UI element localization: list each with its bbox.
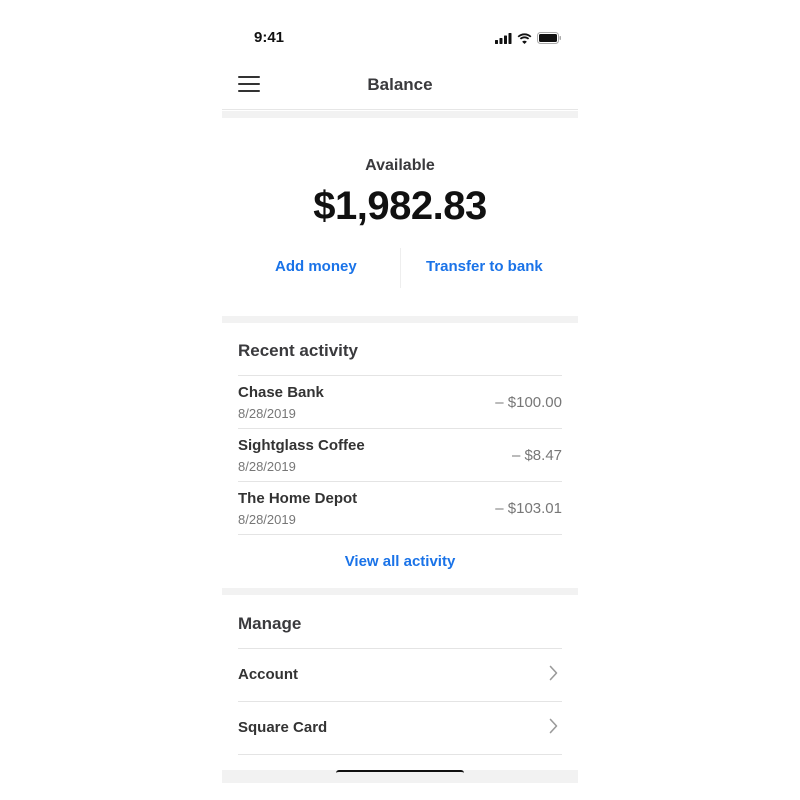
chevron-right-icon [549,665,558,681]
add-money-button[interactable]: Add money [275,258,357,275]
activity-name: Sightglass Coffee [238,437,365,454]
activity-amount: – $8.47 [511,447,562,464]
battery-icon [537,32,561,44]
wifi-icon [517,32,532,44]
phone-screen: 9:41 Balance Available $1,982.83 Add mon… [222,0,578,800]
activity-name: The Home Depot [238,490,358,507]
manage-item-square-card[interactable]: Square Card [238,702,562,754]
activity-date: 8/28/2019 [238,406,296,421]
divider [238,534,562,535]
transfer-to-bank-button[interactable]: Transfer to bank [426,258,543,275]
manage-title: Manage [238,614,302,633]
activity-row[interactable]: The Home Depot 8/28/2019 – $103.01 [238,482,562,534]
signal-icon [495,32,512,44]
manage-item-account[interactable]: Account [238,649,562,701]
activity-amount: – $103.01 [495,500,562,517]
status-icons [495,32,562,44]
home-indicator[interactable] [336,770,464,774]
manage-item-label: Account [238,666,298,683]
activity-amount: – $100.00 [495,394,562,411]
balance-amount: $1,982.83 [313,184,487,228]
status-time: 9:41 [254,29,285,46]
activity-name: Chase Bank [238,384,324,401]
recent-activity-title: Recent activity [238,341,358,360]
section-divider [222,588,578,595]
activity-date: 8/28/2019 [238,512,296,527]
activity-row[interactable]: Sightglass Coffee 8/28/2019 – $8.47 [238,429,562,481]
view-all-activity-link[interactable]: View all activity [222,553,578,570]
manage-item-label: Square Card [238,719,328,736]
activity-date: 8/28/2019 [238,459,296,474]
balance-actions: Add money Transfer to bank [222,248,578,288]
activity-row[interactable]: Chase Bank 8/28/2019 – $100.00 [238,376,562,428]
section-divider [222,111,578,118]
section-divider [222,316,578,323]
status-bar: 9:41 [222,27,578,49]
chevron-right-icon [549,718,558,734]
page-title: Balance [367,75,433,94]
balance-label: Available [365,157,435,174]
actions-divider [400,248,401,288]
nav-bar: Balance [222,64,578,110]
divider [238,754,562,755]
